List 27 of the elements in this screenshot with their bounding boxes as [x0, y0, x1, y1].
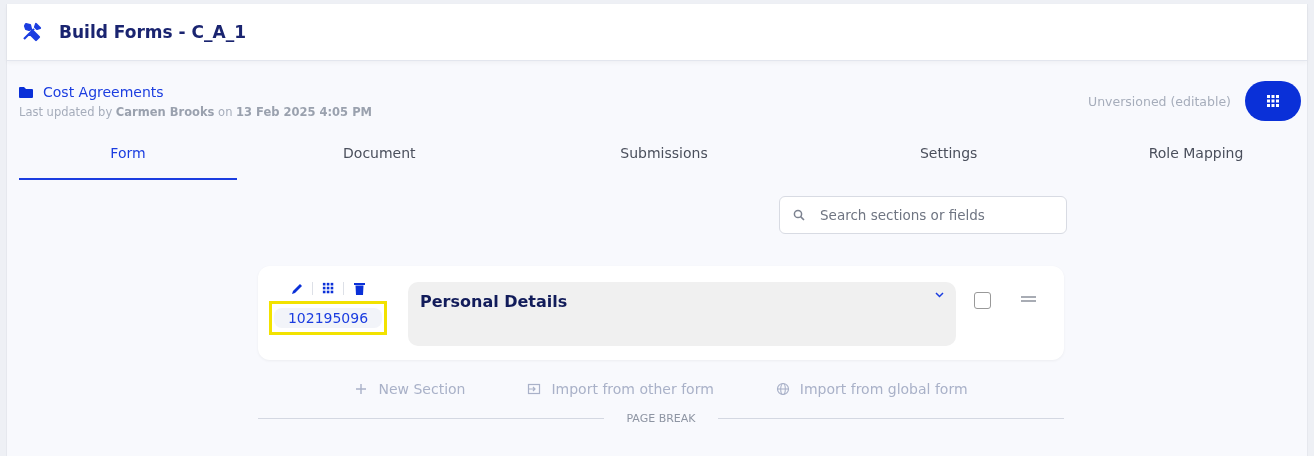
- plus-icon: [354, 382, 369, 396]
- section-title-field[interactable]: Personal Details: [408, 282, 956, 346]
- page-break-label: PAGE BREAK: [626, 412, 696, 425]
- import-icon: [527, 382, 542, 396]
- tab[interactable]: Form: [19, 133, 237, 180]
- search-icon: [793, 209, 805, 221]
- grid-icon: [1265, 93, 1281, 109]
- drag-handle-icon[interactable]: [1021, 296, 1036, 302]
- apps-button[interactable]: [1245, 81, 1301, 121]
- search-field[interactable]: Search sections or fields: [779, 196, 1067, 234]
- folder-icon: [19, 85, 33, 98]
- page-title: Build Forms - C_A_1: [59, 22, 246, 42]
- grid-icon[interactable]: [321, 282, 335, 295]
- folder-link[interactable]: Cost Agreements: [43, 83, 164, 100]
- version-status: Unversioned (editable): [1088, 93, 1231, 109]
- delete-icon[interactable]: [353, 282, 365, 295]
- tools-icon: [21, 21, 43, 43]
- edit-icon[interactable]: [290, 282, 304, 295]
- tab[interactable]: Submissions: [521, 133, 807, 180]
- section-id[interactable]: 102195096: [273, 308, 383, 328]
- tab[interactable]: Role Mapping: [1091, 133, 1301, 180]
- tab[interactable]: Document: [237, 133, 522, 180]
- tab[interactable]: Settings: [806, 133, 1091, 180]
- last-updated-text: Last updated by Carmen Brooks on 13 Feb 2025 4:05 PM: [19, 104, 372, 119]
- chevron-down-icon: [935, 292, 944, 298]
- checkbox[interactable]: [974, 292, 991, 309]
- globe-icon: [775, 382, 790, 396]
